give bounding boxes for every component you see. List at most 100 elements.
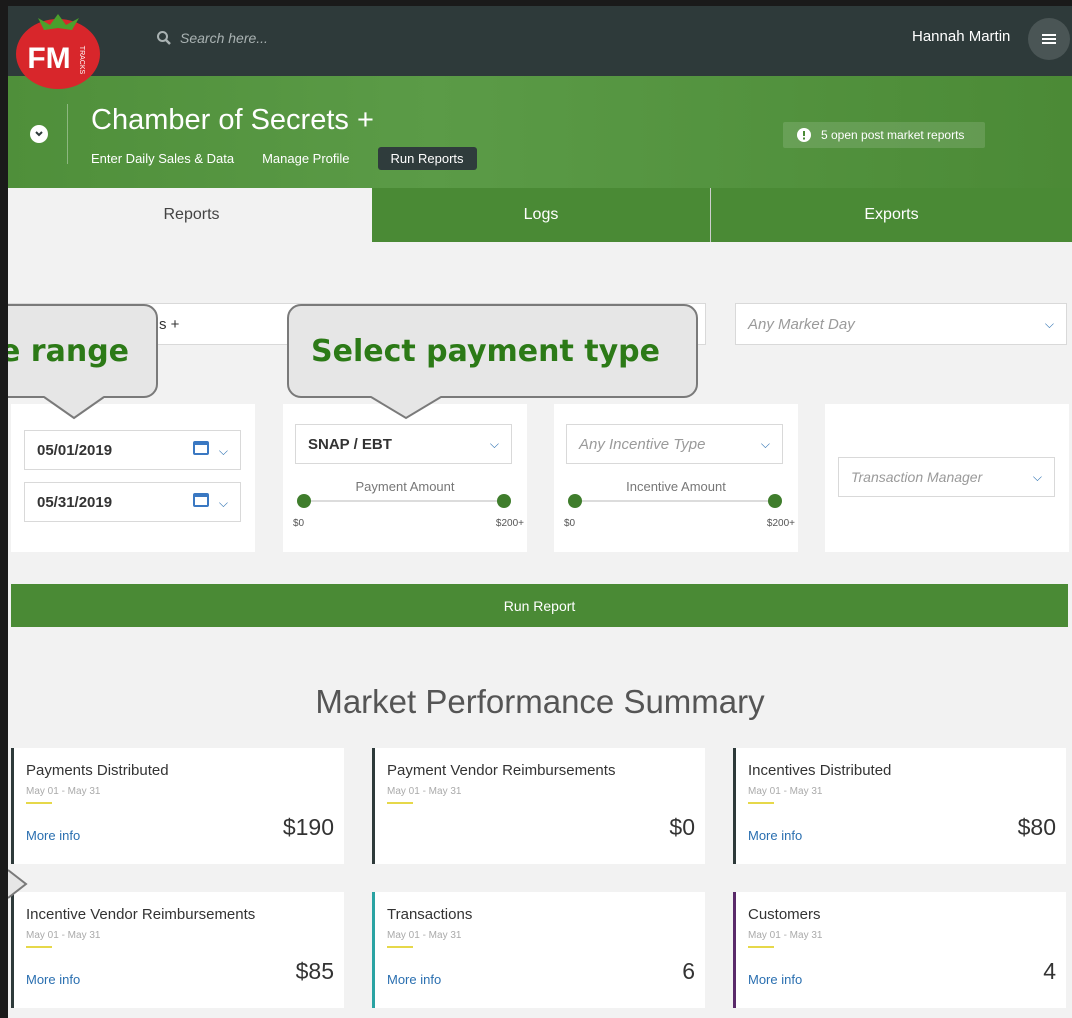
stat-underline: [26, 946, 52, 948]
stat-label: Payments Distributed: [26, 762, 169, 779]
subnav-manage-profile[interactable]: Manage Profile: [262, 146, 363, 171]
stat-value: $80: [1017, 814, 1056, 840]
hamburger-menu-button[interactable]: [1028, 18, 1070, 60]
header-divider: [67, 104, 68, 164]
app-frame: Search here... Hannah Martin FM TRACKS C…: [0, 0, 1072, 1018]
payment-max-handle[interactable]: [497, 494, 511, 508]
open-reports-text: 5 open post market reports: [821, 128, 965, 142]
payment-min-handle[interactable]: [297, 494, 311, 508]
callout-payment-type-text: Select payment type: [311, 333, 660, 369]
incentive-amount-label: Incentive Amount: [626, 479, 726, 494]
incentive-type-placeholder: Any Incentive Type: [579, 435, 706, 453]
summary-title: Market Performance Summary: [315, 683, 765, 720]
end-date-value: 05/31/2019: [37, 493, 113, 511]
chevron-down-icon: ⌵: [218, 496, 228, 510]
logo-text: FM: [27, 42, 70, 75]
callout-date-range: e range: [8, 304, 158, 398]
more-info-link[interactable]: More info: [387, 972, 441, 987]
payment-type-value: SNAP / EBT: [308, 435, 392, 453]
hamburger-icon: [1042, 34, 1056, 44]
stat-value: 6: [682, 958, 695, 984]
stat-label: Transactions: [387, 906, 473, 923]
chevron-down-icon: ⌵: [760, 436, 770, 451]
market-day-select[interactable]: Any Market Day ⌵: [735, 303, 1067, 345]
stat-date: May 01 - May 31: [748, 786, 823, 797]
incentive-min-handle[interactable]: [568, 494, 582, 508]
incentive-card: Any Incentive Type ⌵ Incentive Amount $0…: [554, 404, 798, 552]
search-box[interactable]: Search here...: [156, 30, 268, 46]
start-date-field[interactable]: 05/01/2019 ⌵: [24, 430, 241, 470]
incentive-amount-slider[interactable]: [568, 494, 782, 508]
market-switcher-button[interactable]: [30, 125, 48, 143]
stat-value: $0: [669, 814, 695, 840]
search-icon: [157, 31, 171, 45]
stat-card-payment-vendor-reimbursements: Payment Vendor Reimbursements May 01 - M…: [372, 748, 705, 864]
transaction-manager-card: Transaction Manager ⌵: [825, 404, 1069, 552]
more-info-link[interactable]: More info: [748, 972, 802, 987]
calendar-dropdown[interactable]: ⌵: [192, 441, 228, 459]
more-info-link[interactable]: More info: [748, 828, 802, 843]
stat-value: 4: [1043, 958, 1056, 984]
report-tabs: Reports Logs Exports: [11, 188, 1072, 242]
chevron-down-icon: ⌵: [1032, 469, 1042, 484]
tomato-logo-icon: FM TRACKS: [16, 14, 100, 89]
stat-label: Customers: [748, 906, 821, 923]
stat-label: Incentives Distributed: [748, 762, 892, 779]
callout-date-range-pointer: [44, 396, 104, 420]
search-placeholder[interactable]: Search here...: [180, 30, 268, 46]
stat-card-payments-distributed: Payments Distributed May 01 - May 31 Mor…: [11, 748, 344, 864]
transaction-manager-placeholder: Transaction Manager: [851, 469, 983, 485]
chevron-down-icon: [35, 131, 43, 137]
payment-card: SNAP / EBT ⌵ Payment Amount $0 $200+: [283, 404, 527, 552]
stat-date: May 01 - May 31: [748, 930, 823, 941]
more-info-link[interactable]: More info: [26, 828, 80, 843]
alert-icon: [797, 128, 811, 142]
end-date-field[interactable]: 05/31/2019 ⌵: [24, 482, 241, 522]
stat-card-transactions: Transactions May 01 - May 31 More info 6: [372, 892, 705, 1008]
chevron-down-icon: ⌵: [218, 444, 228, 458]
calendar-icon: [192, 493, 209, 507]
stat-date: May 01 - May 31: [387, 786, 462, 797]
calendar-dropdown[interactable]: ⌵: [192, 493, 228, 511]
incentive-type-select[interactable]: Any Incentive Type ⌵: [566, 424, 783, 464]
username[interactable]: Hannah Martin: [912, 28, 1010, 45]
callout-payment-type: Select payment type: [287, 304, 698, 398]
stat-underline: [387, 946, 413, 948]
stat-date: May 01 - May 31: [26, 786, 101, 797]
run-report-button[interactable]: Run Report: [11, 584, 1068, 627]
callout-partial-pointer: [8, 869, 28, 899]
subnav-enter-sales[interactable]: Enter Daily Sales & Data: [91, 146, 248, 171]
more-info-link[interactable]: More info: [26, 972, 80, 987]
chevron-down-icon: ⌵: [489, 436, 499, 451]
stat-date: May 01 - May 31: [26, 930, 101, 941]
calendar-icon: [192, 441, 209, 455]
logo-subtext: TRACKS: [78, 46, 85, 75]
payment-amount-slider[interactable]: [297, 494, 511, 508]
payment-type-select[interactable]: SNAP / EBT ⌵: [295, 424, 512, 464]
stat-underline: [387, 802, 413, 804]
payment-max-text: $200+: [495, 518, 524, 529]
transaction-manager-select[interactable]: Transaction Manager ⌵: [838, 457, 1055, 497]
subnav-run-reports[interactable]: Run Reports: [377, 147, 477, 170]
stat-underline: [748, 946, 774, 948]
stat-value: $85: [295, 958, 334, 984]
tab-reports[interactable]: Reports: [11, 188, 372, 242]
stat-date: May 01 - May 31: [387, 930, 462, 941]
market-header: Chamber of Secrets + Enter Daily Sales &…: [8, 76, 1072, 188]
stat-card-incentives-distributed: Incentives Distributed May 01 - May 31 M…: [733, 748, 1066, 864]
incentive-min-text: $0: [564, 518, 576, 529]
top-bar: Search here... Hannah Martin: [8, 6, 1072, 76]
payment-min-text: $0: [293, 518, 305, 529]
payment-amount-label: Payment Amount: [355, 479, 455, 494]
date-range-card: 05/01/2019 ⌵ 05/31/2019 ⌵: [11, 404, 255, 552]
tab-logs[interactable]: Logs: [372, 188, 710, 242]
start-date-value: 05/01/2019: [37, 441, 113, 459]
logo[interactable]: FM TRACKS: [13, 8, 103, 90]
stat-label: Incentive Vendor Reimbursements: [26, 906, 256, 923]
incentive-max-handle[interactable]: [768, 494, 782, 508]
tab-exports[interactable]: Exports: [711, 188, 1072, 242]
market-subnav: Enter Daily Sales & Data Manage Profile …: [91, 146, 477, 171]
market-day-placeholder: Any Market Day: [748, 315, 855, 333]
stat-label: Payment Vendor Reimbursements: [387, 762, 616, 779]
open-reports-notice[interactable]: 5 open post market reports: [783, 122, 985, 148]
